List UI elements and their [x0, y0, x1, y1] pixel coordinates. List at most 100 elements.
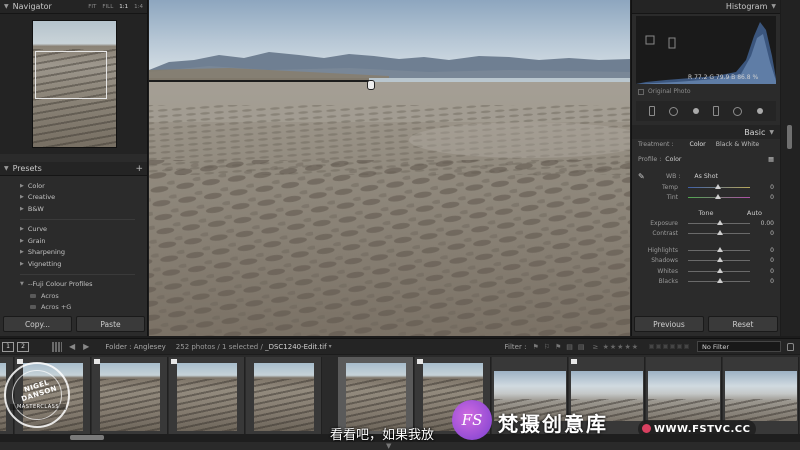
wb-dropdown[interactable]: As Shot — [694, 173, 717, 180]
profile-dropdown[interactable]: Color — [665, 156, 681, 163]
slider-handle[interactable] — [715, 194, 722, 200]
slider-shadows[interactable]: Shadows 0 — [632, 256, 780, 267]
add-preset-icon[interactable]: + — [135, 164, 143, 174]
eyedropper-icon[interactable]: ✎ — [638, 172, 666, 181]
checkbox[interactable] — [638, 88, 644, 95]
previous-button[interactable]: Previous — [634, 316, 704, 332]
slider-handle[interactable] — [716, 267, 723, 273]
slider-handle[interactable] — [716, 246, 723, 252]
collapse-triangle-icon[interactable]: ▼ — [4, 3, 9, 10]
slider-handle[interactable] — [716, 257, 723, 263]
filmstrip-thumbnail[interactable] — [246, 357, 322, 435]
preset-folder-curve[interactable]: ▶ Curve — [0, 224, 147, 236]
slider-highlights[interactable]: Highlights 0 — [632, 245, 780, 256]
collapse-triangle-icon[interactable]: ▼ — [4, 165, 9, 172]
monitor-2-button[interactable]: 2 — [17, 341, 29, 352]
profile-browser-icon[interactable]: ▦ — [768, 156, 774, 163]
copy-button[interactable]: Copy... — [3, 316, 72, 332]
navigator-zoom-rectangle[interactable] — [35, 51, 107, 99]
bottom-panel-toggle-icon[interactable]: ▼ — [386, 442, 391, 450]
slider-exposure[interactable]: Exposure 0.00 — [632, 218, 780, 229]
shadow-clip-icon — [645, 35, 655, 45]
main-image-view[interactable] — [149, 0, 630, 336]
color-filter-blue[interactable] — [670, 344, 675, 349]
scrollbar-thumb[interactable] — [787, 125, 792, 149]
collapse-triangle-icon[interactable]: ▼ — [771, 3, 776, 10]
grid-view-icon[interactable] — [52, 341, 62, 352]
color-filter-purple[interactable] — [677, 344, 682, 349]
left-button-row: Copy... Paste — [3, 316, 145, 332]
slider-handle[interactable] — [716, 219, 723, 225]
graduated-filter-icon[interactable] — [713, 106, 720, 116]
preset-folder-bw[interactable]: ▶ B&W — [0, 203, 147, 215]
collapse-triangle-icon[interactable]: ▼ — [769, 129, 774, 136]
edited-filter-icon[interactable]: ▤ — [566, 343, 573, 351]
histogram[interactable]: R 77.2 G 79.9 B 86.8 % — [636, 16, 776, 84]
current-filename[interactable]: _DSC1240-Edit.tif — [265, 343, 327, 351]
wb-row: ✎ WB : As Shot — [632, 171, 780, 182]
star-rating-filter[interactable]: ≥ ★★★★★ — [593, 343, 639, 351]
slider-tint[interactable]: Tint 0 — [632, 193, 780, 204]
zoom-fit[interactable]: FIT — [88, 4, 96, 10]
navigator-header[interactable]: ▼ Navigator FIT FILL 1:1 1:4 — [0, 0, 147, 14]
color-filter-red[interactable] — [649, 344, 654, 349]
slider-handle[interactable] — [715, 183, 722, 189]
zoom-1-1[interactable]: 1:1 — [119, 4, 128, 10]
preset-acros-g[interactable]: Acros +G — [0, 302, 147, 314]
color-filter-gray[interactable] — [684, 344, 689, 349]
presets-header[interactable]: ▼ Presets + — [0, 162, 147, 176]
red-eye-icon[interactable] — [692, 108, 699, 114]
filmstrip-thumbnail[interactable] — [169, 357, 245, 435]
slider-whites[interactable]: Whites 0 — [632, 266, 780, 277]
temp-track[interactable] — [688, 183, 750, 189]
basic-header[interactable]: Basic ▼ — [632, 125, 780, 139]
adjustment-brush-icon[interactable] — [756, 108, 763, 114]
forward-arrow-icon[interactable]: ▶ — [83, 342, 89, 351]
beach-photo[interactable] — [149, 0, 630, 336]
zoom-1-4[interactable]: 1:4 — [134, 4, 143, 10]
color-filter-green[interactable] — [663, 344, 668, 349]
slider-contrast[interactable]: Contrast 0 — [632, 229, 780, 240]
treatment-bw[interactable]: Black & White — [716, 141, 760, 148]
source-folder[interactable]: Folder : Anglesey — [105, 343, 165, 351]
preset-list: ▶ Color ▶ Creative ▶ B&W ▶ Curve ▶ Grain ▶ Sha… — [0, 176, 147, 326]
zoom-fill[interactable]: FILL — [102, 4, 113, 10]
flag-filter-icon[interactable]: ⚑ — [532, 343, 538, 351]
slider-handle[interactable] — [716, 278, 723, 284]
filename-dropdown-icon[interactable]: ▾ — [329, 343, 332, 350]
spot-removal-icon[interactable] — [669, 106, 679, 116]
reject-filter-icon[interactable]: ⚑ — [555, 343, 561, 351]
preset-folder-creative[interactable]: ▶ Creative — [0, 192, 147, 204]
expand-triangle-icon: ▶ — [20, 226, 24, 233]
preset-folder-color[interactable]: ▶ Color — [0, 180, 147, 192]
unedited-filter-icon[interactable]: ▤ — [578, 343, 585, 351]
radial-filter-icon[interactable] — [733, 106, 743, 116]
slider-blacks[interactable]: Blacks 0 — [632, 277, 780, 288]
preset-folder-grain[interactable]: ▶ Grain — [0, 235, 147, 247]
tool-strip — [636, 101, 776, 121]
auto-button[interactable]: Auto — [747, 209, 762, 217]
navigator-preview[interactable] — [0, 14, 147, 154]
right-scrollbar[interactable] — [781, 0, 800, 336]
back-arrow-icon[interactable]: ◀ — [69, 342, 75, 351]
pick-filter-icon[interactable]: ⚐ — [544, 343, 550, 351]
slider-temp[interactable]: Temp 0 — [632, 182, 780, 193]
original-photo-toggle[interactable]: Original Photo — [638, 88, 774, 95]
paste-button[interactable]: Paste — [76, 316, 145, 332]
crop-tool-icon[interactable] — [649, 106, 656, 116]
filmstrip-thumbnail[interactable] — [92, 357, 168, 435]
preset-folder-fuji[interactable]: ▼ --Fuji Colour Profiles — [0, 279, 147, 291]
treatment-color[interactable]: Color — [690, 141, 706, 148]
monitor-1-button[interactable]: 1 — [2, 341, 14, 352]
tint-track[interactable] — [688, 194, 750, 200]
histogram-header[interactable]: Histogram ▼ — [632, 0, 780, 14]
preset-folder-vignetting[interactable]: ▶ Vignetting — [0, 258, 147, 270]
color-filter-yellow[interactable] — [656, 344, 661, 349]
preset-acros[interactable]: Acros — [0, 290, 147, 302]
reset-button[interactable]: Reset — [708, 316, 778, 332]
filter-preset-dropdown[interactable]: No Filter — [697, 341, 781, 352]
scrollbar-thumb[interactable] — [70, 435, 104, 440]
lock-icon[interactable] — [787, 342, 794, 351]
preset-folder-sharpening[interactable]: ▶ Sharpening — [0, 247, 147, 259]
slider-handle[interactable] — [716, 230, 723, 236]
